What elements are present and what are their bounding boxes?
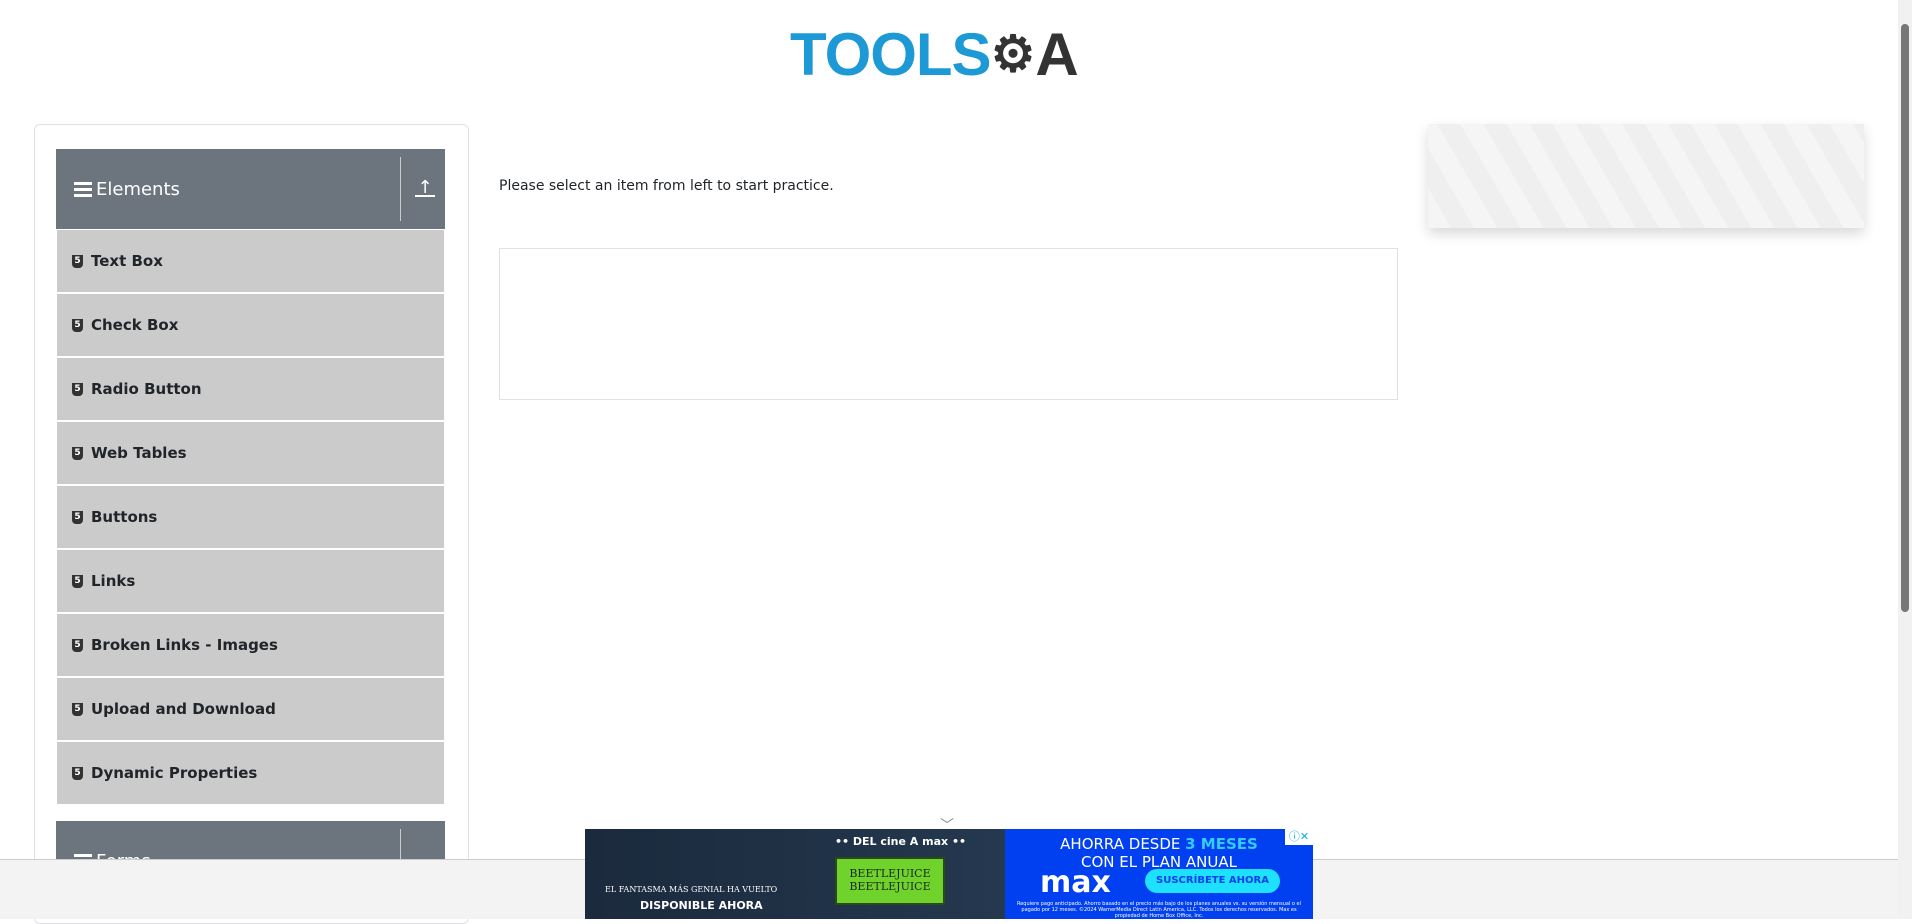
sidebar-item[interactable]: 5 Web Tables bbox=[57, 422, 444, 484]
html5-icon: 5 bbox=[72, 254, 83, 268]
ad-tagline: EL FANTASMA MÁS GENIAL HA VUELTO bbox=[605, 885, 778, 894]
scrollbar[interactable] bbox=[1898, 0, 1912, 919]
sidebar-item-label: Broken Links - Images bbox=[91, 636, 278, 654]
practice-area bbox=[499, 248, 1398, 400]
instruction-text: Please select an item from left to start… bbox=[499, 178, 834, 194]
sidebar-item-label: Dynamic Properties bbox=[91, 764, 258, 782]
ad-subscribe-button[interactable]: SUSCRÍBETE AHORA bbox=[1145, 869, 1280, 893]
sidebar-item[interactable]: 5 Links bbox=[57, 550, 444, 612]
sidebar-item-label: Links bbox=[91, 572, 136, 590]
group-label: Elements bbox=[96, 178, 180, 200]
logo-qa-text: ⚙QAA bbox=[990, 20, 1079, 88]
sidebar-item[interactable]: 5 Dynamic Properties bbox=[57, 742, 444, 804]
sidebar-item-label: Web Tables bbox=[91, 444, 187, 462]
scrollbar-thumb[interactable] bbox=[1901, 24, 1909, 612]
banner-ad[interactable]: •• DEL cine A max •• BEETLEJUICE BEETLEJ… bbox=[585, 829, 1313, 919]
html5-icon: 5 bbox=[72, 766, 83, 780]
sidebar-item-label: Check Box bbox=[91, 316, 179, 334]
ad-close-icon[interactable]: ⓘ✕ bbox=[1285, 829, 1313, 845]
html5-icon: 5 bbox=[72, 382, 83, 396]
ad-fine-print: Requiere pago anticipado. Ahorro basado … bbox=[1016, 901, 1302, 919]
collapse-arrow-icon[interactable]: ↑ bbox=[415, 179, 435, 197]
sidebar-item-label: Radio Button bbox=[91, 380, 202, 398]
sidebar-item[interactable]: 5 Buttons bbox=[57, 486, 444, 548]
side-advertisement[interactable] bbox=[1428, 124, 1864, 228]
html5-icon: 5 bbox=[72, 318, 83, 332]
gear-icon: ⚙ bbox=[990, 26, 1036, 82]
sidebar-item-label: Upload and Download bbox=[91, 700, 276, 718]
divider bbox=[400, 157, 401, 221]
ad-tag: •• DEL cine A max •• bbox=[835, 835, 967, 848]
ad-left-panel: •• DEL cine A max •• BEETLEJUICE BEETLEJ… bbox=[585, 829, 1005, 919]
ad-brand: max bbox=[1040, 865, 1111, 900]
sidebar-item[interactable]: 5 Radio Button bbox=[57, 358, 444, 420]
html5-icon: 5 bbox=[72, 638, 83, 652]
toolsqa-logo[interactable]: TOOLS ⚙QAA bbox=[790, 16, 1112, 92]
html5-icon: 5 bbox=[72, 446, 83, 460]
html5-icon: 5 bbox=[72, 510, 83, 524]
html5-icon: 5 bbox=[72, 574, 83, 588]
group-header-elements[interactable]: Elements ↑ bbox=[56, 149, 445, 229]
sidebar-item[interactable]: 5 Broken Links - Images bbox=[57, 614, 444, 676]
ad-movie-title: BEETLEJUICE BEETLEJUICE bbox=[835, 857, 945, 905]
html5-icon: 5 bbox=[72, 702, 83, 716]
menu-icon bbox=[74, 179, 92, 200]
sidebar-item-label: Text Box bbox=[91, 252, 163, 270]
ad-available: DISPONIBLE AHORA bbox=[640, 899, 763, 912]
sidebar-item[interactable]: 5 Upload and Download bbox=[57, 678, 444, 740]
ad-right-panel: AHORRA DESDE 3 MESES CON EL PLAN ANUAL ma… bbox=[1005, 829, 1313, 919]
sidebar-item[interactable]: 5 Text Box bbox=[57, 230, 444, 292]
sidebar-item[interactable]: 5 Check Box bbox=[57, 294, 444, 356]
logo-tools-text: TOOLS bbox=[790, 20, 992, 88]
sidebar-item-label: Buttons bbox=[91, 508, 158, 526]
